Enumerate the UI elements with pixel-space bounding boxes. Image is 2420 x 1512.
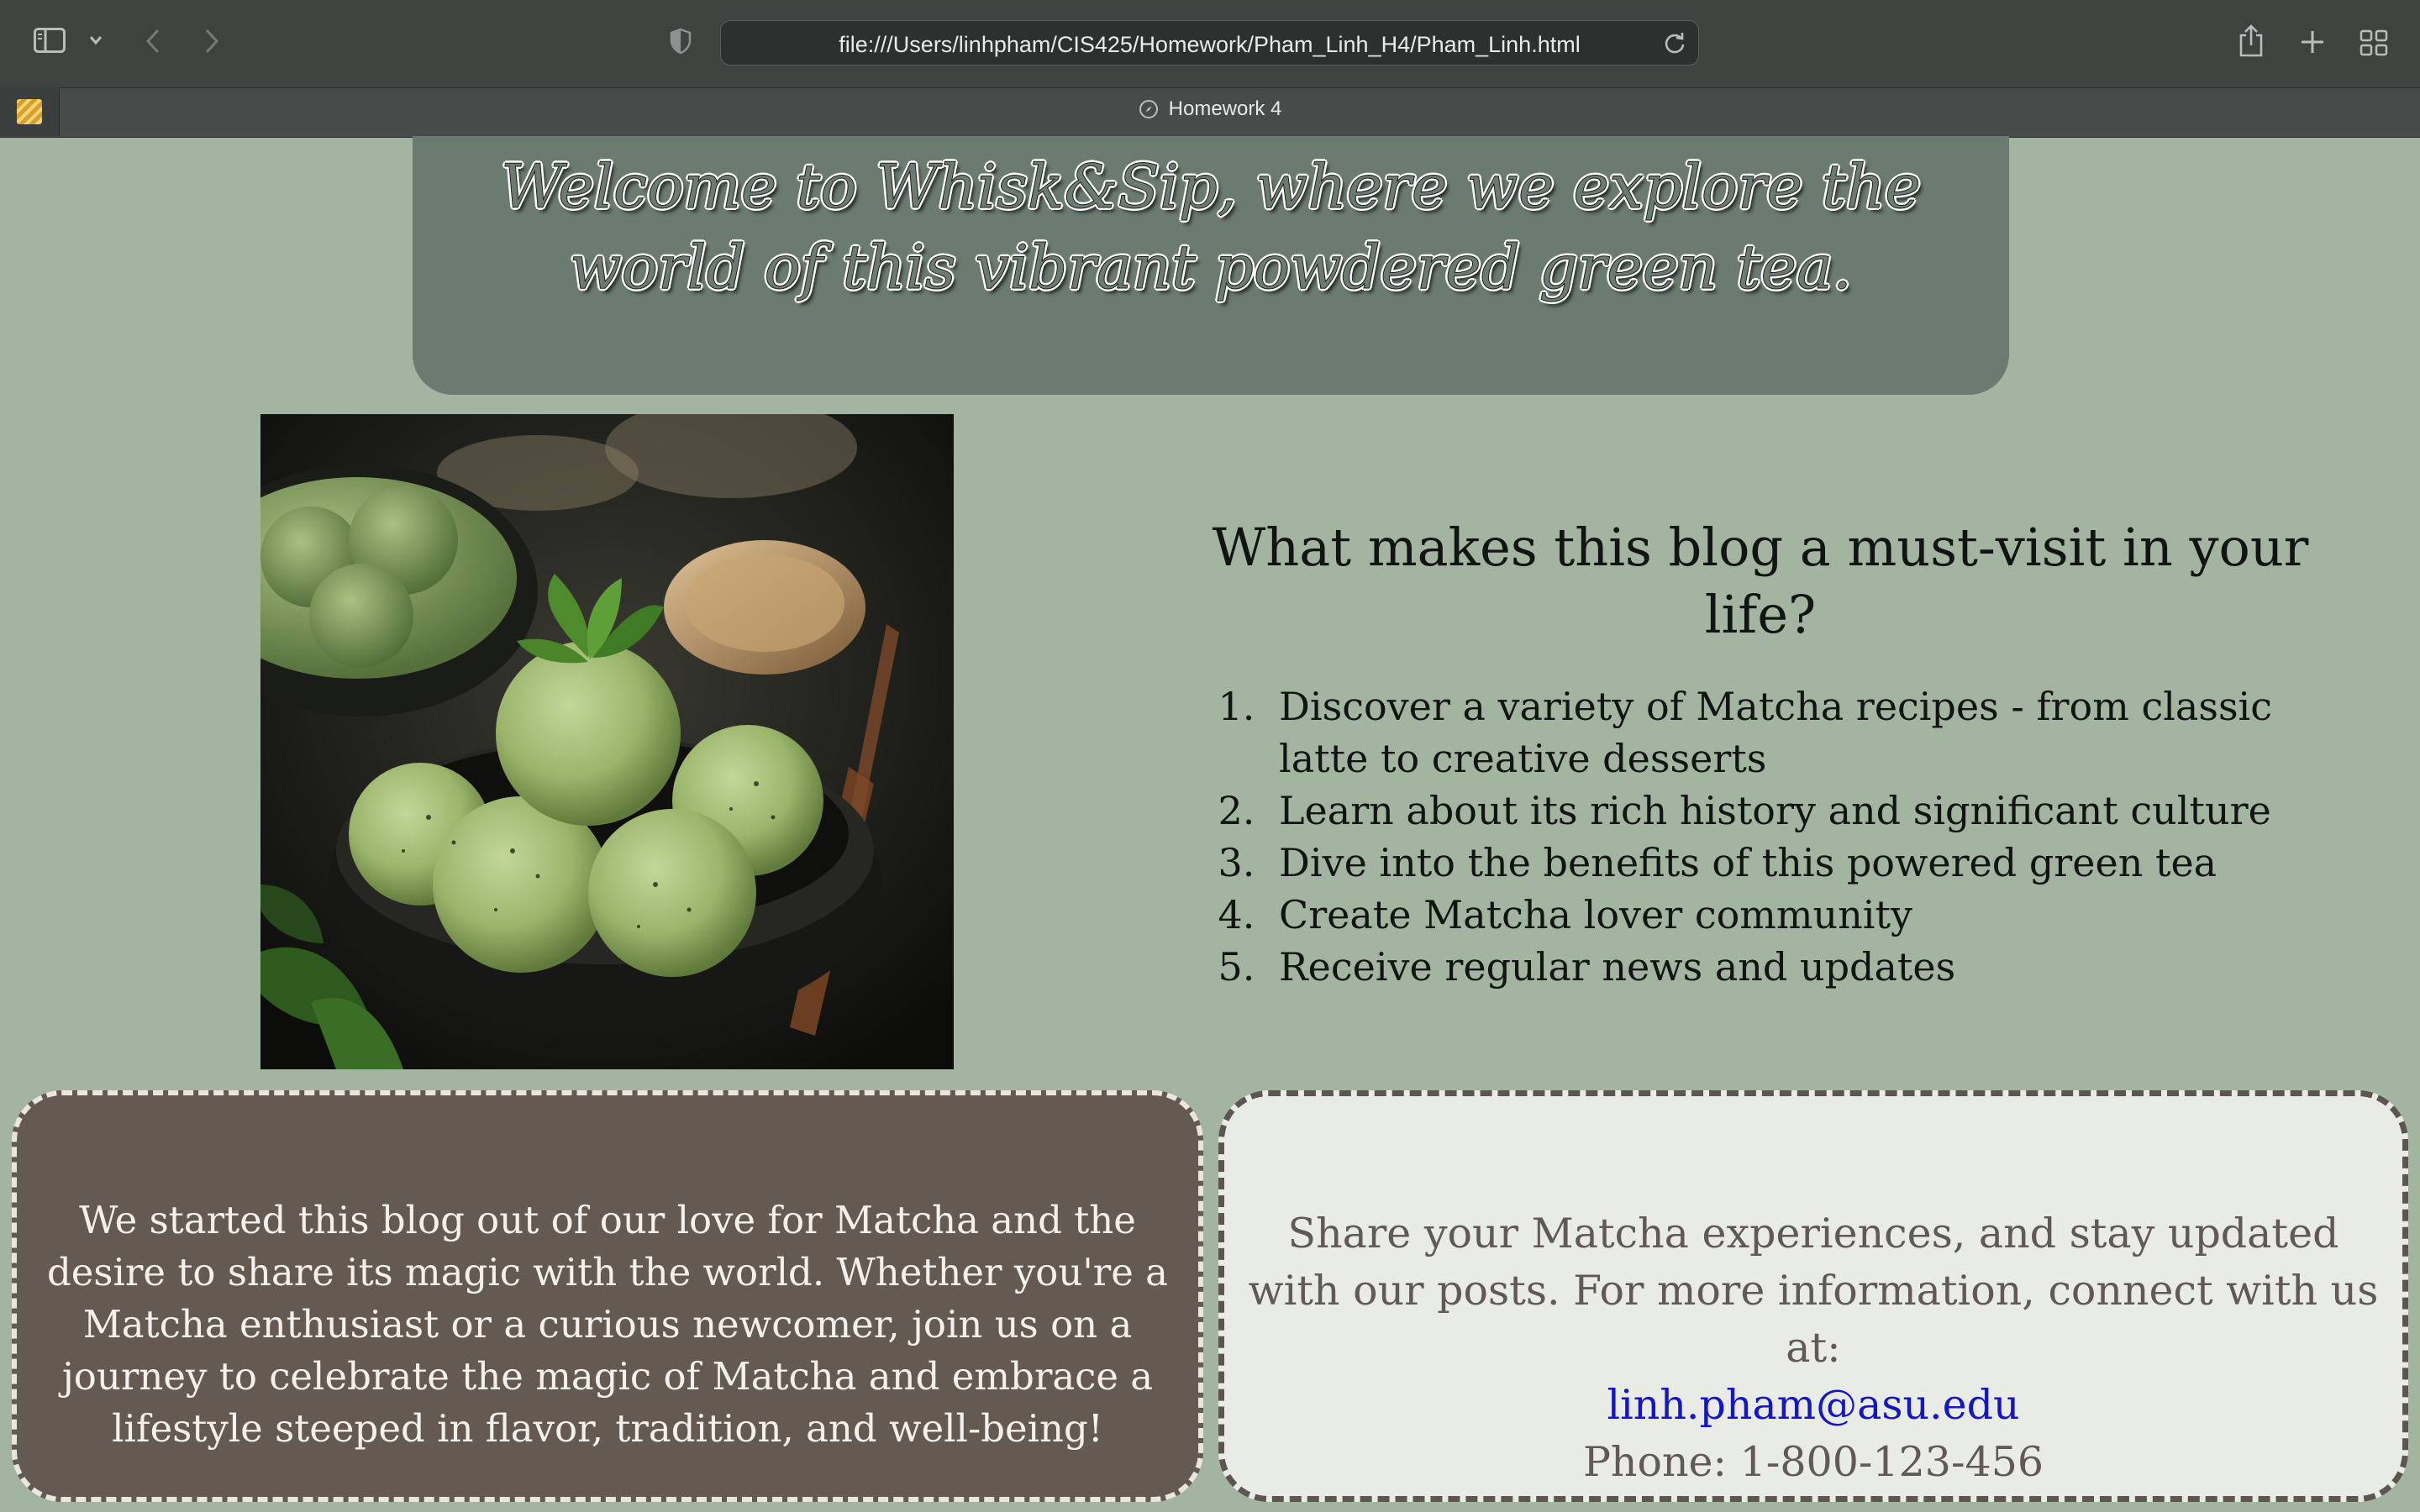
- sidebar-icon[interactable]: [34, 28, 66, 53]
- list-item: Create Matcha lover community: [1267, 889, 2319, 941]
- intro-heading: What makes this blog a must-visit in you…: [1212, 517, 2309, 645]
- tab-homework-4[interactable]: Homework 4: [0, 97, 2420, 121]
- share-icon[interactable]: [2237, 24, 2265, 59]
- page-header: Welcome to Whisk&Sip, where we explore t…: [413, 136, 2009, 395]
- tab-title: Homework 4: [1168, 97, 1282, 120]
- address-bar[interactable]: file:///Users/linhpham/CIS425/Homework/P…: [720, 20, 1699, 66]
- back-arrow-icon[interactable]: [143, 27, 163, 55]
- privacy-shield-icon[interactable]: [669, 28, 692, 55]
- story-box: We started this blog out of our love for…: [12, 1090, 1203, 1502]
- contact-content: Share your Matcha experiences, and stay …: [1241, 1205, 2386, 1491]
- contact-box: Share your Matcha experiences, and stay …: [1218, 1090, 2408, 1502]
- url-text[interactable]: file:///Users/linhpham/CIS425/Homework/P…: [721, 32, 1698, 58]
- list-item: Discover a variety of Matcha recipes - f…: [1267, 680, 2319, 785]
- story-text: We started this blog out of our love for…: [46, 1198, 1168, 1451]
- forward-arrow-icon[interactable]: [202, 27, 222, 55]
- compass-icon: [1139, 100, 1158, 118]
- email-link[interactable]: linh.pham@asu.edu: [1241, 1377, 2386, 1434]
- list-item: Dive into the benefits of this powered g…: [1267, 837, 2319, 889]
- chevron-down-icon[interactable]: [87, 34, 104, 47]
- tab-overview-icon[interactable]: [2360, 29, 2388, 57]
- list-item: Receive regular news and updates: [1267, 941, 2319, 993]
- browser-toolbar: file:///Users/linhpham/CIS425/Homework/P…: [0, 0, 2420, 87]
- phone-number: Phone: 1-800-123-456: [1582, 1438, 2044, 1486]
- reload-icon[interactable]: [1663, 31, 1686, 55]
- contact-text: Share your Matcha experiences, and stay …: [1248, 1210, 2379, 1372]
- features-list: Discover a variety of Matcha recipes - f…: [1202, 680, 2319, 993]
- list-item: Learn about its rich history and signifi…: [1267, 785, 2319, 837]
- intro-section: What makes this blog a must-visit in you…: [1202, 514, 2319, 993]
- plus-icon[interactable]: [2299, 29, 2326, 55]
- matcha-photo: [260, 414, 954, 1069]
- page-title: Welcome to Whisk&Sip, where we explore t…: [501, 151, 1922, 303]
